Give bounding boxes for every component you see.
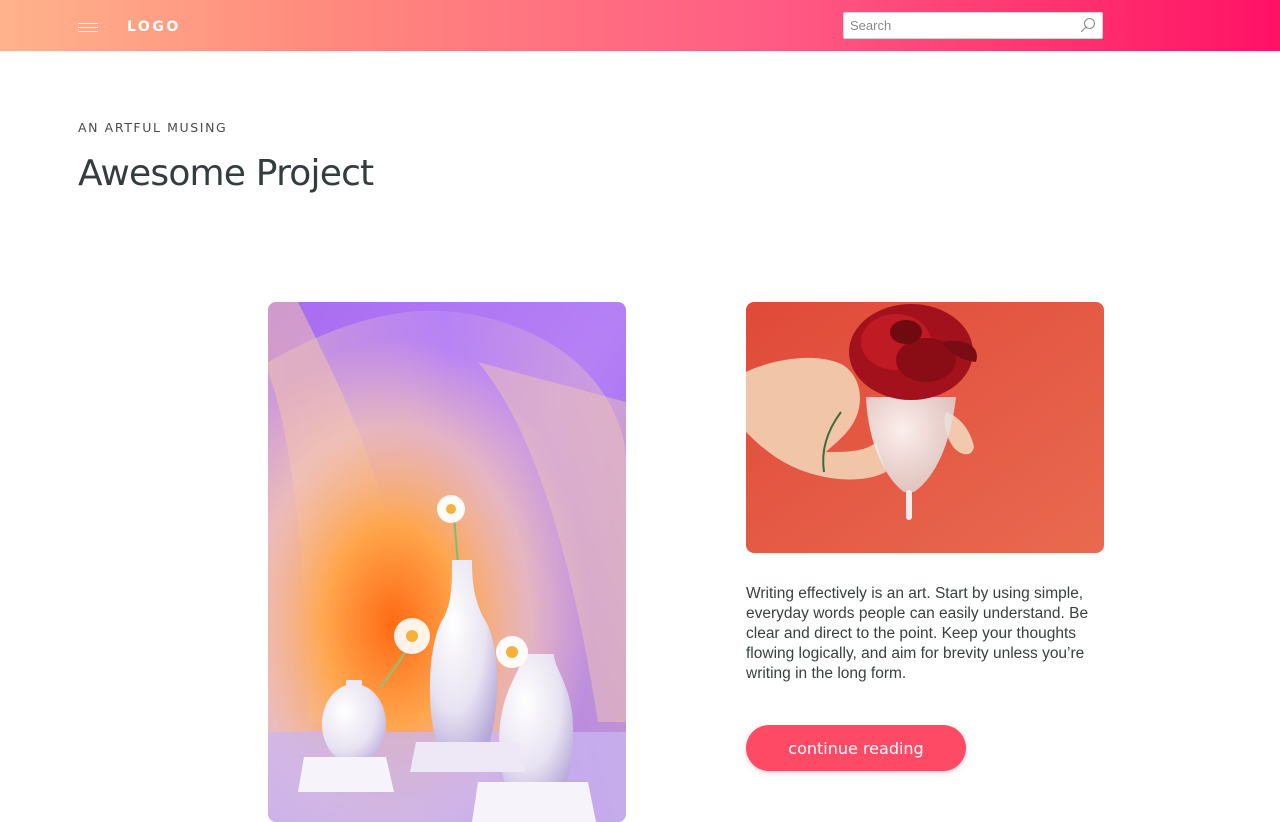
page-title: Awesome Project bbox=[78, 153, 374, 194]
vases-with-daisies-photo bbox=[268, 302, 626, 822]
menu-line bbox=[78, 31, 98, 32]
search-icon[interactable] bbox=[1080, 17, 1096, 33]
site-logo[interactable]: LOGO bbox=[127, 19, 181, 35]
article-excerpt: Writing effectively is an art. Start by … bbox=[746, 585, 1089, 682]
search-input[interactable] bbox=[844, 13, 1080, 38]
rose-photo-art bbox=[746, 302, 1104, 553]
top-navigation-bar: LOGO bbox=[0, 0, 1280, 51]
daisy-mid bbox=[394, 618, 430, 654]
eyebrow-label: AN ARTFUL MUSING bbox=[78, 120, 228, 135]
menu-line bbox=[78, 23, 98, 24]
continue-reading-button[interactable]: continue reading bbox=[746, 725, 966, 771]
search-box[interactable] bbox=[843, 12, 1103, 39]
daisy-top bbox=[437, 495, 465, 523]
hamburger-menu-icon[interactable] bbox=[78, 22, 98, 34]
daisy-right bbox=[496, 636, 528, 668]
menu-line bbox=[78, 27, 98, 28]
rose-in-menstrual-cup-photo bbox=[746, 302, 1104, 553]
vases-photo-art bbox=[268, 302, 626, 822]
